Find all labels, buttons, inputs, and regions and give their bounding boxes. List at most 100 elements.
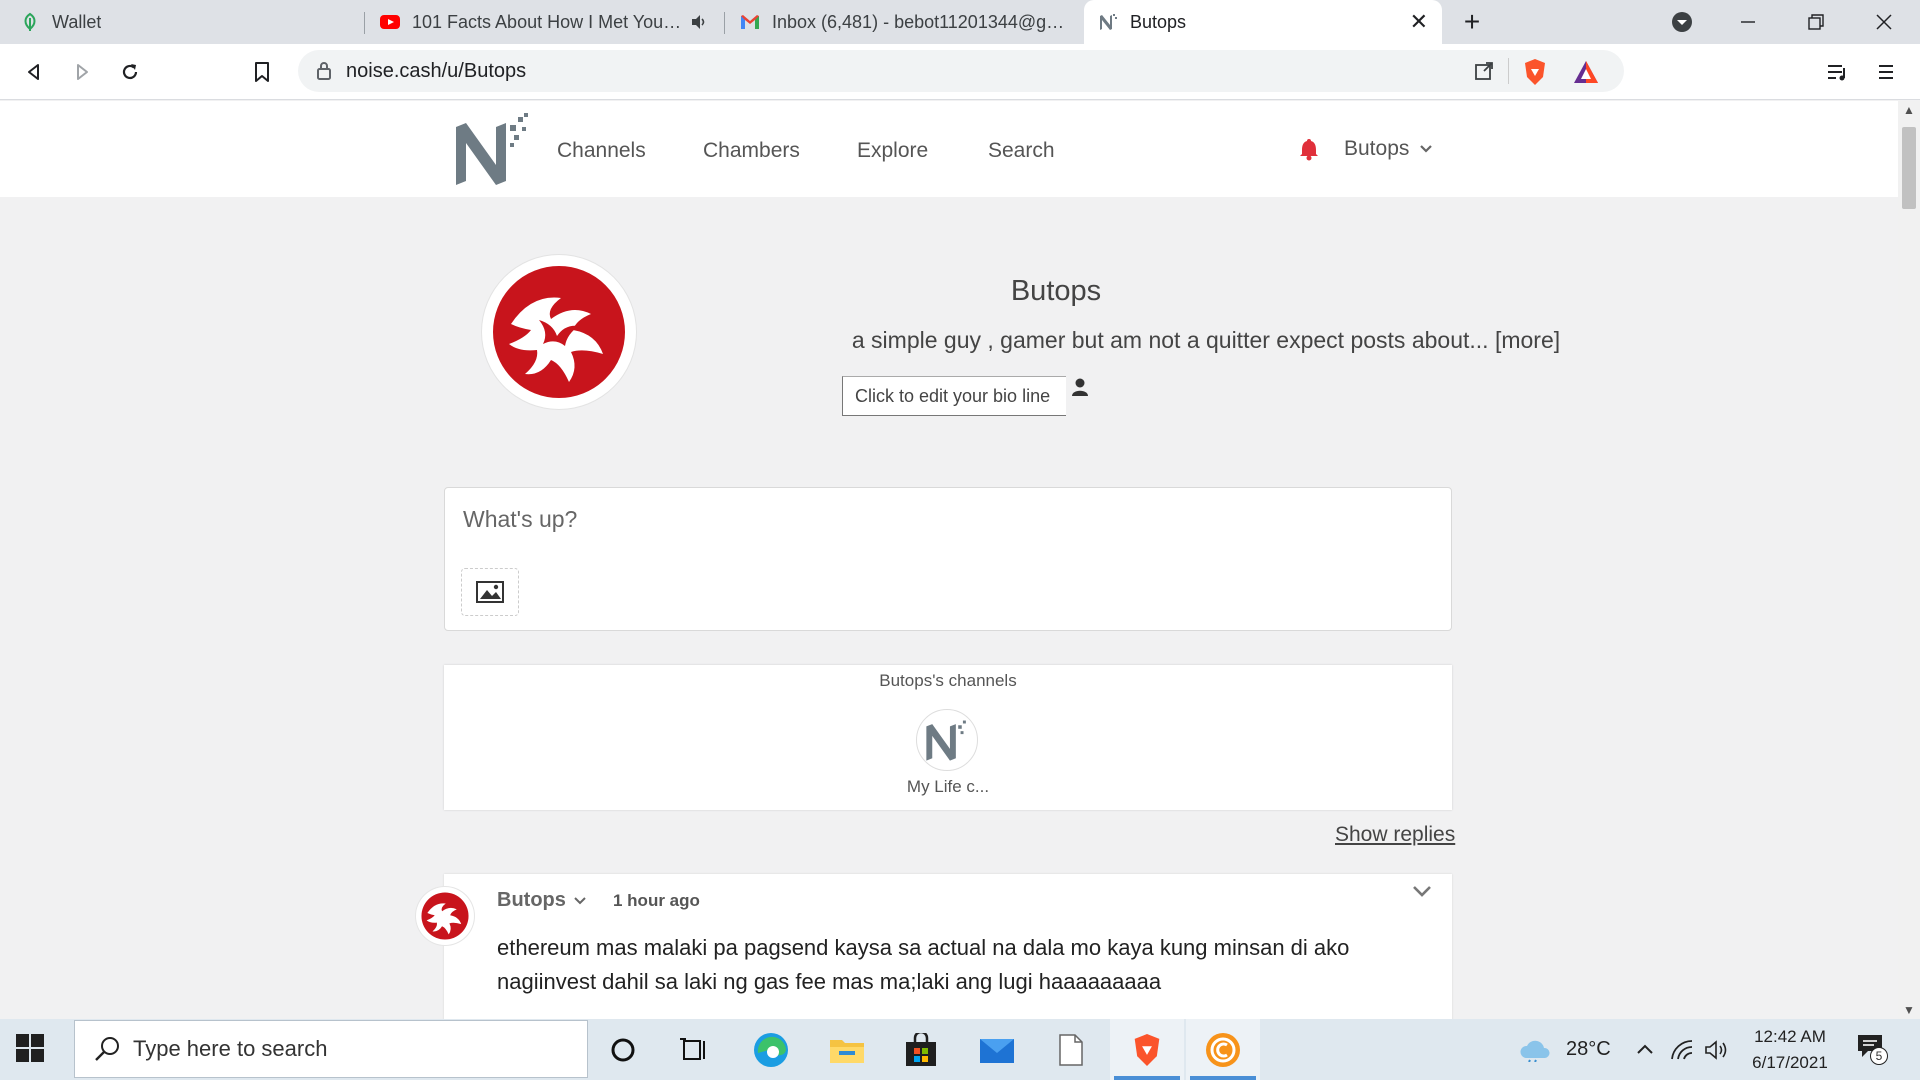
- post-composer[interactable]: What's up?: [444, 487, 1452, 631]
- mail-button[interactable]: [960, 1019, 1034, 1080]
- tab-youtube[interactable]: 101 Facts About How I Met Your M: [366, 0, 722, 44]
- notification-count-badge: 5: [1870, 1047, 1888, 1065]
- user-menu[interactable]: Butops: [1344, 137, 1433, 161]
- tab-separator: [364, 12, 365, 34]
- page-scrollbar[interactable]: ▲ ▼: [1898, 101, 1920, 1019]
- hamburger-menu-icon: [1879, 65, 1893, 79]
- phoenix-avatar-image: [493, 266, 625, 398]
- open-external-icon[interactable]: [1474, 61, 1494, 81]
- lock-icon[interactable]: [316, 61, 332, 81]
- store-button[interactable]: [884, 1019, 958, 1080]
- post-options-chevron-icon[interactable]: [1412, 885, 1432, 899]
- forward-arrow-icon: [77, 64, 88, 80]
- chevron-down-icon: [574, 896, 586, 904]
- mail-icon: [980, 1038, 1014, 1063]
- restore-icon: [1808, 14, 1824, 30]
- url-text[interactable]: noise.cash/u/Butops: [346, 60, 526, 83]
- scroll-up-icon[interactable]: ▲: [1903, 103, 1915, 117]
- close-window-button[interactable]: [1864, 6, 1904, 38]
- tab-gmail[interactable]: Inbox (6,481) - bebot11201344@gmai: [726, 0, 1082, 44]
- tab-title: 101 Facts About How I Met Your M: [412, 11, 682, 32]
- edge-button[interactable]: [734, 1019, 808, 1080]
- forward-button[interactable]: [66, 56, 98, 88]
- channel-name[interactable]: My Life c...: [444, 777, 1452, 797]
- volume-icon[interactable]: [1704, 1039, 1730, 1061]
- new-tab-button[interactable]: +: [1452, 6, 1492, 38]
- notification-bell-icon[interactable]: [1298, 137, 1320, 161]
- windows-taskbar: Type here to search 28°C 12:42 AM 6/17/2…: [0, 1019, 1920, 1080]
- minimize-button[interactable]: [1728, 6, 1768, 38]
- scroll-down-icon[interactable]: ▼: [1903, 1003, 1915, 1017]
- address-bar[interactable]: noise.cash/u/Butops: [298, 50, 1624, 92]
- composer-placeholder[interactable]: What's up?: [463, 506, 577, 533]
- chevron-down-circle-icon: [1672, 12, 1692, 32]
- chevron-up-icon[interactable]: [1636, 1043, 1654, 1055]
- reload-icon: [122, 64, 138, 80]
- nav-chambers[interactable]: Chambers: [703, 139, 800, 163]
- cortana-icon: [611, 1038, 635, 1061]
- scrollbar-thumb[interactable]: [1902, 127, 1916, 209]
- bookmark-icon: [255, 62, 269, 82]
- profile-name: Butops: [1010, 275, 1102, 307]
- browser-toolbar: noise.cash/u/Butops: [0, 44, 1920, 100]
- bio-edit-field[interactable]: Click to edit your bio line: [842, 376, 1066, 416]
- cortana-button[interactable]: [586, 1019, 660, 1080]
- tab-search-button[interactable]: [1662, 6, 1702, 38]
- speaker-icon[interactable]: [690, 13, 708, 31]
- task-view-button[interactable]: [658, 1019, 732, 1080]
- media-controls-button[interactable]: [1822, 56, 1854, 88]
- back-arrow-icon: [28, 64, 39, 80]
- youtube-icon: [380, 15, 400, 29]
- gmail-icon: [741, 15, 759, 29]
- tab-butops[interactable]: Butops ✕: [1084, 0, 1442, 44]
- taskbar-search[interactable]: Type here to search: [74, 1020, 588, 1078]
- user-icon[interactable]: [1070, 377, 1090, 397]
- show-replies-link[interactable]: Show replies: [1335, 823, 1455, 847]
- notepad-icon: [1059, 1033, 1083, 1066]
- playlist-icon: [1828, 65, 1845, 81]
- back-button[interactable]: [18, 56, 50, 88]
- bookmark-button[interactable]: [246, 56, 278, 88]
- coin-app-button[interactable]: [1186, 1019, 1260, 1080]
- channel-avatar[interactable]: [916, 709, 978, 771]
- system-clock[interactable]: 12:42 AM 6/17/2021: [1740, 1024, 1840, 1076]
- tab-wallet[interactable]: Wallet: [6, 0, 362, 44]
- task-view-icon: [680, 1037, 705, 1060]
- nav-search[interactable]: Search: [988, 139, 1055, 163]
- wifi-icon[interactable]: [1670, 1039, 1694, 1061]
- weather-temperature[interactable]: 28°C: [1566, 1038, 1611, 1061]
- restore-button[interactable]: [1796, 6, 1836, 38]
- coin-app-icon: [1206, 1032, 1240, 1067]
- brave-taskbar-button[interactable]: [1110, 1019, 1184, 1080]
- divider: [1508, 58, 1509, 84]
- file-explorer-icon: [830, 1039, 864, 1063]
- brave-rewards-icon[interactable]: [1572, 59, 1600, 85]
- post-author-name: Butops: [497, 889, 566, 911]
- brave-icon: [1134, 1033, 1160, 1066]
- close-tab-icon[interactable]: ✕: [1410, 9, 1428, 35]
- weather-cloud-icon[interactable]: [1518, 1038, 1552, 1062]
- tab-title: Inbox (6,481) - bebot11201344@gmai: [772, 11, 1068, 32]
- profile-avatar[interactable]: [482, 255, 636, 409]
- windows-start-icon[interactable]: [16, 1034, 44, 1062]
- action-center-button[interactable]: 5: [1856, 1033, 1890, 1067]
- post-timestamp[interactable]: 1 hour ago: [613, 891, 700, 911]
- add-image-button[interactable]: [461, 568, 519, 616]
- store-icon: [906, 1032, 936, 1066]
- nav-channels[interactable]: Channels: [557, 139, 646, 163]
- noise-cash-logo[interactable]: [452, 113, 530, 187]
- taskbar-search-placeholder[interactable]: Type here to search: [133, 1036, 327, 1062]
- profile-bio[interactable]: a simple guy , gamer but am not a quitte…: [656, 327, 1756, 354]
- notepad-button[interactable]: [1034, 1019, 1108, 1080]
- menu-button[interactable]: [1870, 56, 1902, 88]
- post-author[interactable]: Butops: [497, 889, 586, 912]
- chevron-down-icon: [1420, 145, 1433, 153]
- brave-shields-icon[interactable]: [1522, 58, 1548, 86]
- noise-channel-icon: [926, 720, 966, 761]
- tab-strip: Wallet 101 Facts About How I Met Your M …: [0, 0, 1920, 44]
- user-menu-name: Butops: [1344, 137, 1410, 160]
- post-author-avatar[interactable]: [416, 887, 474, 945]
- nav-explore[interactable]: Explore: [857, 139, 928, 163]
- reload-button[interactable]: [114, 56, 146, 88]
- file-explorer-button[interactable]: [810, 1019, 884, 1080]
